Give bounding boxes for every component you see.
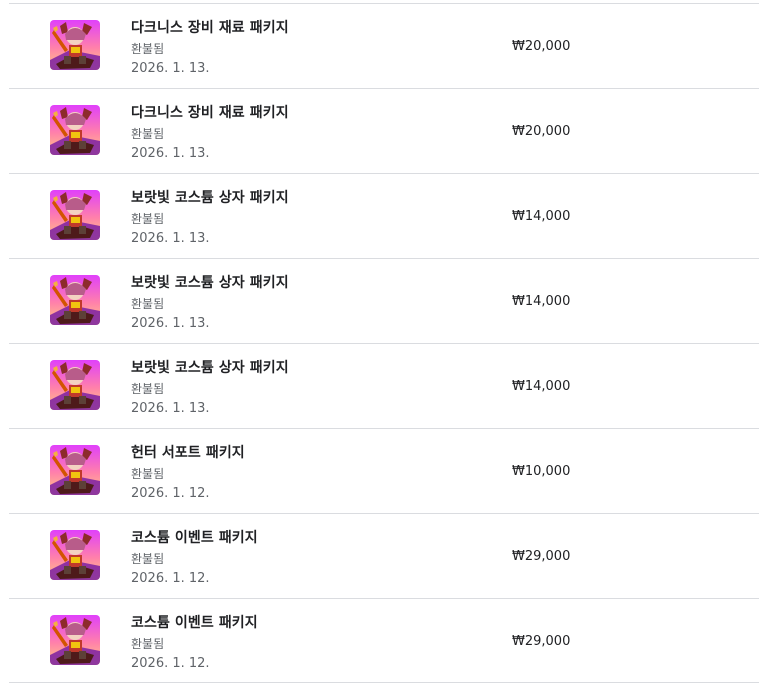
game-character-icon [50,445,100,495]
game-character-icon [50,105,100,155]
purchase-row[interactable]: 다크니스 장비 재료 패키지 환불됨 2026. 1. 13. ₩20,000 [9,88,759,173]
game-character-icon [50,20,100,70]
game-character-icon [50,360,100,410]
purchase-row[interactable]: 코스튬 이벤트 패키지 환불됨 2026. 1. 12. ₩29,000 [9,598,759,683]
refund-status: 환불됨 [131,297,165,311]
product-price: ₩14,000 [512,294,571,309]
product-price: ₩29,000 [512,634,571,649]
purchase-row[interactable]: 코스튬 이벤트 패키지 환불됨 2026. 1. 12. ₩29,000 [9,513,759,598]
product-title: 다크니스 장비 재료 패키지 [131,20,289,36]
purchase-date: 2026. 1. 13. [131,316,210,331]
product-price: ₩29,000 [512,549,571,564]
game-character-icon [50,275,100,325]
product-title: 헌터 서포트 패키지 [131,445,245,461]
product-title: 보랏빛 코스튬 상자 패키지 [131,190,289,206]
purchase-row[interactable]: 다크니스 장비 재료 패키지 환불됨 2026. 1. 13. ₩20,000 [9,3,759,88]
product-price: ₩20,000 [512,39,571,54]
product-title: 보랏빛 코스튬 상자 패키지 [131,360,289,376]
refund-status: 환불됨 [131,382,165,396]
product-title: 코스튬 이벤트 패키지 [131,530,258,546]
product-price: ₩14,000 [512,209,571,224]
purchase-date: 2026. 1. 12. [131,656,210,671]
product-price: ₩10,000 [512,464,571,479]
purchase-date: 2026. 1. 13. [131,401,210,416]
refund-status: 환불됨 [131,467,165,481]
refund-status: 환불됨 [131,552,165,566]
purchase-row[interactable]: 보랏빛 코스튬 상자 패키지 환불됨 2026. 1. 13. ₩14,000 [9,258,759,343]
purchase-row[interactable]: 헌터 서포트 패키지 환불됨 2026. 1. 12. ₩10,000 [9,428,759,513]
purchase-history-list: 다크니스 장비 재료 패키지 환불됨 2026. 1. 13. ₩20,000 [0,3,759,683]
game-character-icon [50,530,100,580]
product-title: 코스튬 이벤트 패키지 [131,615,258,631]
purchase-date: 2026. 1. 13. [131,146,210,161]
purchase-date: 2026. 1. 13. [131,231,210,246]
product-title: 다크니스 장비 재료 패키지 [131,105,289,121]
purchase-row[interactable]: 보랏빛 코스튬 상자 패키지 환불됨 2026. 1. 13. ₩14,000 [9,173,759,258]
purchase-date: 2026. 1. 12. [131,486,210,501]
refund-status: 환불됨 [131,127,165,141]
purchase-date: 2026. 1. 12. [131,571,210,586]
game-character-icon [50,615,100,665]
purchase-date: 2026. 1. 13. [131,61,210,76]
product-price: ₩20,000 [512,124,571,139]
product-price: ₩14,000 [512,379,571,394]
product-title: 보랏빛 코스튬 상자 패키지 [131,275,289,291]
game-character-icon [50,190,100,240]
purchase-row[interactable]: 보랏빛 코스튬 상자 패키지 환불됨 2026. 1. 13. ₩14,000 [9,343,759,428]
refund-status: 환불됨 [131,637,165,651]
refund-status: 환불됨 [131,42,165,56]
refund-status: 환불됨 [131,212,165,226]
